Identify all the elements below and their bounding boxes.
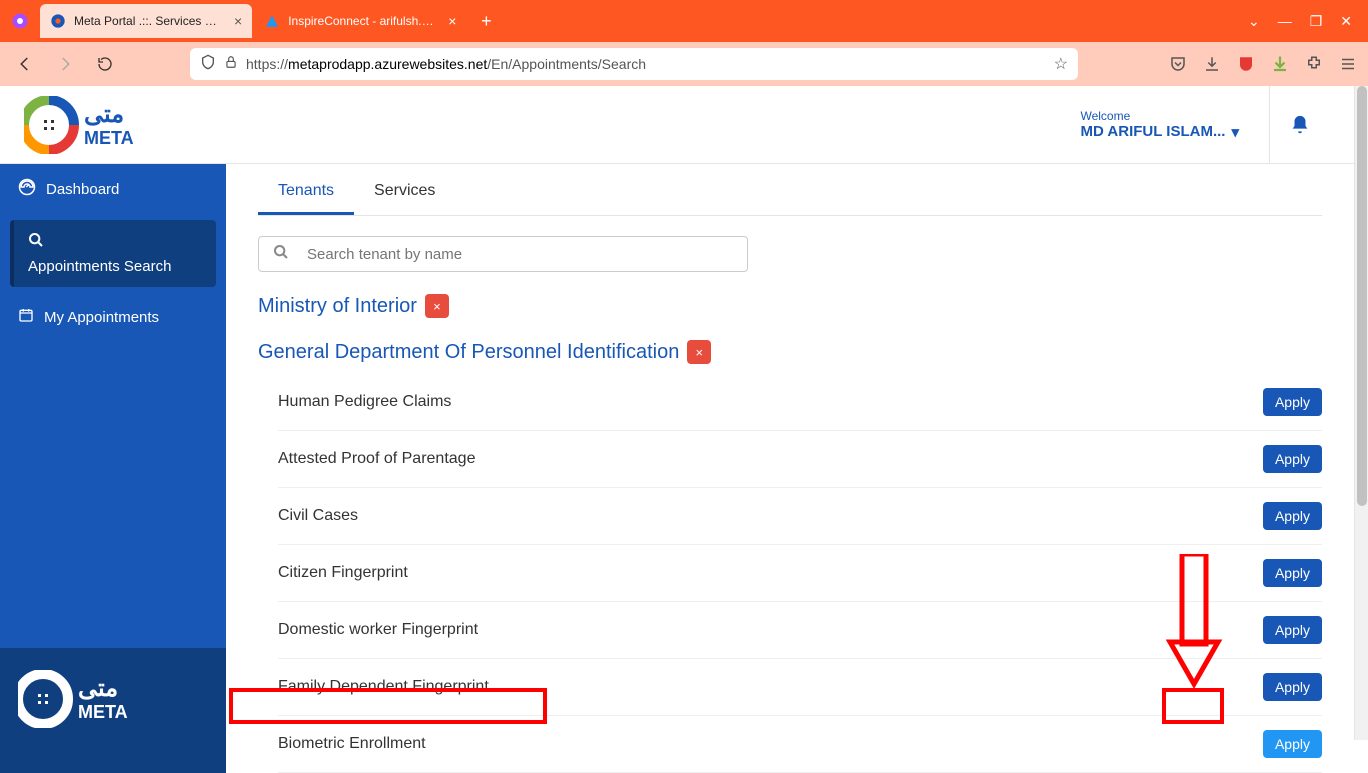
service-row: Attested Proof of Parentage Apply: [278, 431, 1322, 488]
sidebar-item-label: My Appointments: [44, 309, 159, 326]
reload-button[interactable]: [90, 49, 120, 79]
service-list: Human Pedigree ClaimsApplyAttested Proof…: [258, 374, 1322, 773]
browser-tab-title: InspireConnect - arifulsh.com: [288, 14, 438, 28]
extensions-icon[interactable]: [1304, 54, 1324, 74]
favicon-icon: [50, 13, 66, 29]
service-row: Family Dependent Fingerprint Apply: [278, 659, 1322, 716]
app-header: متى META Welcome MD ARIFUL ISLAM... ▾: [0, 86, 1354, 164]
gauge-icon: [18, 178, 36, 200]
search-icon: [28, 235, 44, 252]
service-row: Civil Cases Apply: [278, 488, 1322, 545]
shield-icon[interactable]: [200, 54, 216, 75]
tenant-search[interactable]: [258, 236, 748, 272]
service-name: Biometric Enrollment: [278, 735, 426, 753]
close-icon[interactable]: ×: [234, 13, 242, 29]
browser-toolbar: https://metaprodapp.azurewebsites.net/En…: [0, 42, 1368, 86]
lock-icon[interactable]: [224, 55, 238, 74]
breadcrumb-level-1: Ministry of Interior ×: [258, 294, 1322, 318]
breadcrumb-level-2: General Department Of Personnel Identifi…: [258, 340, 1322, 364]
apply-button[interactable]: Apply: [1263, 616, 1322, 644]
window-close-icon[interactable]: ✕: [1340, 13, 1352, 30]
sidebar-item-dashboard[interactable]: Dashboard: [0, 164, 226, 214]
remove-filter-button[interactable]: ×: [425, 294, 449, 318]
back-button[interactable]: [10, 49, 40, 79]
tenant-search-input[interactable]: [307, 246, 733, 263]
service-name: Civil Cases: [278, 507, 358, 525]
ublock-icon[interactable]: [1236, 54, 1256, 74]
chevron-down-icon[interactable]: ⌄: [1248, 13, 1260, 30]
apply-button[interactable]: Apply: [1263, 673, 1322, 701]
address-bar[interactable]: https://metaprodapp.azurewebsites.net/En…: [190, 48, 1078, 80]
download-icon[interactable]: [1202, 54, 1222, 74]
apply-button[interactable]: Apply: [1263, 559, 1322, 587]
apply-button[interactable]: Apply: [1263, 502, 1322, 530]
browser-tab-strip: Meta Portal .::. Services Search × Inspi…: [0, 0, 1368, 42]
apply-button[interactable]: Apply: [1263, 388, 1322, 416]
sidebar-item-my-appointments[interactable]: My Appointments: [0, 293, 226, 341]
service-row: Domestic worker Fingerprint Apply: [278, 602, 1322, 659]
service-row: Human Pedigree Claims Apply: [278, 374, 1322, 431]
service-name: Family Dependent Fingerprint: [278, 678, 489, 696]
service-row: Biometric Enrollment Apply: [278, 716, 1322, 773]
sidebar-item-label: Appointments Search: [28, 258, 202, 275]
remove-filter-button[interactable]: ×: [687, 340, 711, 364]
user-menu[interactable]: Welcome MD ARIFUL ISLAM... ▾: [1080, 86, 1270, 164]
browser-tab-title: Meta Portal .::. Services Search: [74, 14, 224, 28]
sidebar-item-appointments-search[interactable]: Appointments Search: [10, 220, 216, 287]
user-name: MD ARIFUL ISLAM...: [1080, 123, 1225, 140]
browser-tab-active[interactable]: Meta Portal .::. Services Search ×: [40, 4, 252, 38]
new-tab-button[interactable]: +: [472, 7, 500, 35]
svg-text:متى: متى: [78, 675, 118, 702]
idm-icon[interactable]: [1270, 54, 1290, 74]
logo[interactable]: متى META: [24, 96, 204, 154]
browser-tab-inactive[interactable]: InspireConnect - arifulsh.com ×: [254, 4, 466, 38]
page-scrollbar[interactable]: [1354, 86, 1368, 740]
sidebar: Dashboard Appointments Search My Appoint…: [0, 164, 226, 773]
app-root: متى META Welcome MD ARIFUL ISLAM... ▾: [0, 86, 1354, 740]
caret-down-icon: ▾: [1231, 123, 1239, 141]
scrollbar-thumb[interactable]: [1357, 86, 1367, 506]
welcome-label: Welcome: [1080, 109, 1239, 123]
service-name: Domestic worker Fingerprint: [278, 621, 478, 639]
svg-text:META: META: [84, 128, 134, 148]
bookmark-icon[interactable]: ☆: [1054, 54, 1068, 74]
window-restore-icon[interactable]: ❐: [1310, 13, 1323, 30]
calendar-icon: [18, 307, 34, 327]
apply-button[interactable]: Apply: [1263, 445, 1322, 473]
service-name: Human Pedigree Claims: [278, 393, 451, 411]
url-text: https://metaprodapp.azurewebsites.net/En…: [246, 56, 646, 72]
service-row: Citizen Fingerprint Apply: [278, 545, 1322, 602]
tab-services[interactable]: Services: [354, 168, 455, 215]
sidebar-item-label: Dashboard: [46, 181, 119, 198]
content-tabs: Tenants Services: [258, 168, 1322, 216]
service-name: Attested Proof of Parentage: [278, 450, 475, 468]
notifications-button[interactable]: [1270, 114, 1330, 136]
pocket-icon[interactable]: [1168, 54, 1188, 74]
main-content: Tenants Services Ministry of Interior ×: [226, 164, 1354, 773]
favicon-icon: [264, 13, 280, 29]
forward-button[interactable]: [50, 49, 80, 79]
apply-button[interactable]: Apply: [1263, 730, 1322, 758]
svg-text:META: META: [78, 702, 128, 722]
close-icon[interactable]: ×: [448, 13, 456, 29]
breadcrumb-label[interactable]: General Department Of Personnel Identifi…: [258, 341, 679, 364]
breadcrumb-label[interactable]: Ministry of Interior: [258, 295, 417, 318]
service-name: Citizen Fingerprint: [278, 564, 408, 582]
hamburger-icon[interactable]: [1338, 54, 1358, 74]
tab-tenants[interactable]: Tenants: [258, 168, 354, 215]
search-icon: [273, 244, 289, 264]
sidebar-footer-logo: متى META: [0, 648, 226, 773]
window-minimize-icon[interactable]: —: [1278, 13, 1292, 29]
svg-text:متى: متى: [84, 101, 124, 128]
firefox-menu-icon[interactable]: [6, 7, 34, 35]
